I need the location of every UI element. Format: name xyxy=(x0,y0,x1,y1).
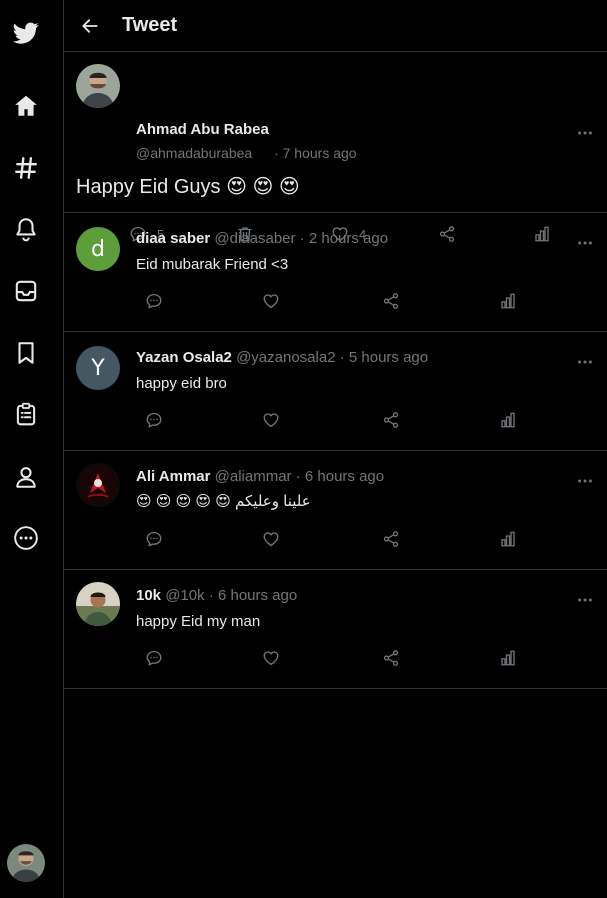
reply-tweet: d diaa saber @diaasaber · 2 hours ago Ei… xyxy=(64,213,607,332)
messages-inbox-icon[interactable] xyxy=(10,275,42,307)
account-avatar[interactable] xyxy=(7,844,45,882)
avatar[interactable]: d xyxy=(76,227,120,271)
more-options-icon[interactable] xyxy=(575,233,595,253)
author-handle-row: @ahmadaburabea · 7 hours ago xyxy=(136,145,357,161)
main-column: Tweet Ahmad Abu Rabea @ahmadaburabea · 7… xyxy=(64,0,607,898)
reply-button[interactable] xyxy=(145,292,163,310)
author-handle[interactable]: @yazanosala2 xyxy=(236,349,335,366)
stats-bars-icon xyxy=(501,412,515,428)
share-button[interactable] xyxy=(382,292,400,310)
sidebar xyxy=(0,0,64,898)
page-title: Tweet xyxy=(122,14,178,36)
explore-hash-icon[interactable] xyxy=(10,152,42,184)
reply-tweet: Y Yazan Osala2 @yazanosala2 · 5 hours ag… xyxy=(64,332,607,451)
bookmark-icon[interactable] xyxy=(10,337,42,369)
heart-icon xyxy=(263,294,279,309)
back-arrow-icon[interactable] xyxy=(78,14,102,38)
more-options-icon[interactable] xyxy=(575,471,595,491)
home-icon[interactable] xyxy=(10,90,42,122)
avatar-letter: d xyxy=(91,236,105,262)
author-handle[interactable]: @ahmadaburabea xyxy=(136,145,252,161)
comment-icon xyxy=(146,293,162,309)
share-icon xyxy=(383,531,399,547)
avatar-letter: Y xyxy=(91,355,105,381)
separator-dot: · xyxy=(208,587,214,604)
author-handle[interactable]: @diaasaber xyxy=(214,230,295,247)
notifications-bell-icon[interactable] xyxy=(10,213,42,245)
more-circle-icon[interactable] xyxy=(10,522,42,554)
tweet-time: 2 hours ago xyxy=(308,230,389,247)
tweet-time: 6 hours ago xyxy=(304,468,385,485)
more-options-icon[interactable] xyxy=(575,352,595,372)
author-name[interactable]: Ahmad Abu Rabea xyxy=(136,121,269,138)
comment-icon xyxy=(146,531,162,547)
reply-button[interactable] xyxy=(145,649,163,667)
reply-tweet: Ali Ammar @aliammar · 6 hours ago علينا … xyxy=(64,451,607,570)
avatar[interactable] xyxy=(76,582,120,626)
like-button[interactable] xyxy=(262,530,280,548)
more-options-icon[interactable] xyxy=(575,123,595,143)
like-button[interactable] xyxy=(262,411,280,429)
comment-icon xyxy=(146,412,162,428)
author-name[interactable]: Yazan Osala2 xyxy=(136,349,232,366)
reply-tweet: 10k @10k · 6 hours ago happy Eid my man xyxy=(64,570,607,689)
reply-name-row: 10k @10k · 6 hours ago xyxy=(136,587,297,604)
analytics-button[interactable] xyxy=(499,649,517,667)
avatar[interactable]: Y xyxy=(76,346,120,390)
share-icon xyxy=(383,293,399,309)
profile-icon[interactable] xyxy=(10,461,42,493)
separator-dot: · xyxy=(299,230,305,247)
author-handle[interactable]: @aliammar xyxy=(215,468,292,485)
page-header: Tweet xyxy=(64,0,607,52)
analytics-button[interactable] xyxy=(499,530,517,548)
lists-clipboard-icon[interactable] xyxy=(10,398,42,430)
stats-bars-icon xyxy=(501,650,515,666)
main-tweet: Ahmad Abu Rabea @ahmadaburabea · 7 hours… xyxy=(64,52,607,242)
separator-dot: · xyxy=(339,349,345,366)
reply-name-row: Yazan Osala2 @yazanosala2 · 5 hours ago xyxy=(136,349,428,366)
like-button[interactable] xyxy=(262,649,280,667)
comment-icon xyxy=(146,650,162,666)
tweet-time: 6 hours ago xyxy=(217,587,298,604)
twitter-bird-icon[interactable] xyxy=(10,17,42,49)
share-button[interactable] xyxy=(382,411,400,429)
separator-dot: · xyxy=(295,468,301,485)
tweet-time: 5 hours ago xyxy=(348,349,429,366)
reply-button[interactable] xyxy=(145,530,163,548)
author-name-row: Ahmad Abu Rabea xyxy=(136,121,269,138)
author-name[interactable]: diaa saber xyxy=(136,230,210,247)
share-icon xyxy=(383,650,399,666)
tweet-text: Eid mubarak Friend <3 xyxy=(136,256,289,273)
avatar[interactable] xyxy=(76,64,120,108)
stats-bars-icon xyxy=(501,293,515,309)
avatar[interactable] xyxy=(76,463,120,507)
author-name[interactable]: Ali Ammar xyxy=(136,468,210,485)
author-name[interactable]: 10k xyxy=(136,587,161,604)
reply-button[interactable] xyxy=(145,411,163,429)
reply-name-row: diaa saber @diaasaber · 2 hours ago xyxy=(136,230,388,247)
heart-icon xyxy=(263,651,279,666)
share-button[interactable] xyxy=(382,530,400,548)
share-button[interactable] xyxy=(382,649,400,667)
more-options-icon[interactable] xyxy=(575,590,595,610)
tweet-text: علينا وعليكم 😍 😍 😍 😍 😍 xyxy=(136,493,311,510)
analytics-button[interactable] xyxy=(499,411,517,429)
heart-icon xyxy=(263,413,279,428)
like-button[interactable] xyxy=(262,292,280,310)
reply-name-row: Ali Ammar @aliammar · 6 hours ago xyxy=(136,468,384,485)
tweet-text: happy eid bro xyxy=(136,375,227,392)
stats-bars-icon xyxy=(501,531,515,547)
tweet-text: happy Eid my man xyxy=(136,613,261,630)
tweet-text: Happy Eid Guys 😍 😍 😍 xyxy=(76,176,300,198)
author-handle[interactable]: @10k xyxy=(165,587,204,604)
tweet-time: · 7 hours ago xyxy=(274,145,357,161)
analytics-button[interactable] xyxy=(499,292,517,310)
heart-icon xyxy=(263,532,279,547)
share-icon xyxy=(383,412,399,428)
